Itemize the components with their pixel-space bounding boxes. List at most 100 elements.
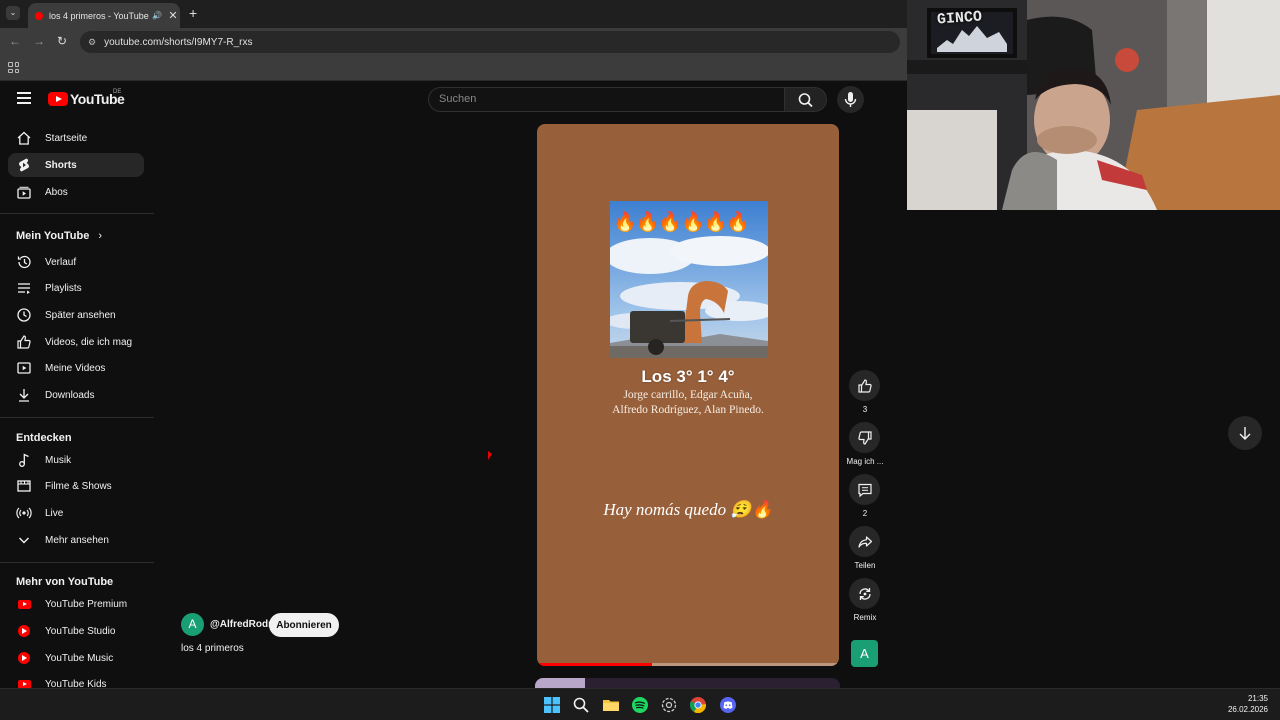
sidebar-item-abos[interactable]: Abos	[8, 180, 144, 204]
channel-handle[interactable]: @AlfredRodr	[210, 619, 272, 630]
sidebar-item-label: Musik	[45, 454, 72, 466]
sidebar-item-label: YouTube Premium	[45, 598, 128, 610]
address-bar-row: ← → ↻ ⚙ youtube.com/shorts/I9MY7-R_rxs	[0, 28, 907, 56]
youtube-favicon-icon	[35, 11, 43, 20]
share-button[interactable]	[849, 526, 880, 557]
windows-start-icon[interactable]	[544, 697, 560, 713]
sidebar-item-youtube-studio[interactable]: YouTube Studio	[8, 619, 144, 643]
sidebar-item-meine-videos[interactable]: Meine Videos	[8, 356, 144, 380]
remix-button[interactable]	[849, 578, 880, 609]
watch-later-icon	[16, 307, 32, 323]
playlists-icon	[16, 280, 32, 296]
sidebar-item-downloads[interactable]: Downloads	[8, 383, 144, 407]
chrome-icon[interactable]	[690, 697, 706, 713]
progress-bar[interactable]	[537, 663, 839, 666]
movies-icon	[16, 478, 32, 494]
search-box[interactable]	[428, 87, 785, 112]
taskbar-search-icon[interactable]	[573, 697, 589, 713]
remix-label: Remix	[853, 613, 877, 622]
dislike-label: Mag ich ...	[846, 457, 884, 466]
mouse-cursor-icon	[488, 451, 492, 460]
url-field[interactable]: ⚙ youtube.com/shorts/I9MY7-R_rxs	[80, 31, 900, 53]
country-code: DE	[113, 89, 122, 95]
sidebar-item-playlists[interactable]: Playlists	[8, 276, 144, 300]
history-icon	[16, 254, 32, 270]
browser-tab[interactable]: los 4 primeros - YouTube 🔊 ✕	[28, 3, 180, 28]
sidebar-item-label: Videos, die ich mag	[45, 336, 133, 348]
sidebar-heading-you[interactable]: Mein YouTube ›	[16, 230, 102, 242]
sidebar-item-spaeter-ansehen[interactable]: Später ansehen	[8, 303, 144, 327]
windows-taskbar	[0, 688, 1280, 720]
discord-icon[interactable]	[720, 697, 736, 713]
search-icon	[798, 93, 813, 108]
file-explorer-icon[interactable]	[603, 697, 619, 713]
clock-time[interactable]: 21:35	[1240, 694, 1268, 703]
chevron-down-icon	[16, 532, 32, 548]
short-title[interactable]: los 4 primeros	[181, 643, 244, 654]
channel-avatar[interactable]: A	[181, 613, 204, 636]
youtube-music-icon	[16, 650, 32, 666]
sidebar-item-label: Live	[45, 507, 64, 519]
spotify-icon[interactable]	[632, 697, 648, 713]
sidebar-item-label: Shorts	[45, 159, 77, 171]
chatgpt-icon[interactable]	[661, 697, 677, 713]
sidebar-divider	[0, 417, 154, 418]
speaker-icon[interactable]: 🔊	[152, 11, 166, 20]
clock-date[interactable]: 26.02.2026	[1222, 705, 1268, 714]
comments-button[interactable]	[849, 474, 880, 505]
sidebar-item-startseite[interactable]: Startseite	[8, 126, 144, 150]
share-icon	[857, 535, 872, 548]
like-button[interactable]	[849, 370, 880, 401]
back-icon[interactable]: ←	[9, 34, 21, 48]
new-tab-button[interactable]: +	[189, 5, 197, 21]
tab-search-button[interactable]: ⌄	[6, 6, 20, 20]
sidebar-item-shorts[interactable]: Shorts	[8, 153, 144, 177]
apps-grid-icon[interactable]	[8, 62, 19, 73]
channel-avatar-small[interactable]: A	[851, 640, 878, 667]
youtube-logo[interactable]: YouTube DE	[48, 89, 125, 107]
remix-icon	[858, 587, 871, 600]
subscriptions-icon	[16, 184, 32, 200]
youtube-premium-icon	[16, 596, 32, 612]
site-info-icon[interactable]: ⚙	[88, 37, 96, 48]
comment-count: 2	[862, 509, 868, 518]
liked-videos-icon	[16, 334, 32, 350]
tab-close-icon[interactable]: ✕	[166, 9, 180, 22]
forward-icon[interactable]: →	[33, 34, 45, 48]
live-icon	[16, 505, 32, 521]
like-count: 3	[862, 405, 868, 414]
short-caption: Hay nomás quedo 😮‍💨🔥	[603, 500, 773, 519]
short-video-player[interactable]: 🔥🔥🔥🔥🔥🔥 Los 3° 1° 4° Jorge carrillo, Edga…	[537, 124, 839, 666]
sidebar-item-liked-videos[interactable]: Videos, die ich mag	[8, 330, 144, 354]
subscribe-button[interactable]: Abonnieren	[269, 613, 339, 637]
search-button[interactable]	[785, 87, 827, 112]
search-input[interactable]	[439, 93, 769, 105]
home-icon	[16, 130, 32, 146]
sidebar-item-mehr-ansehen[interactable]: Mehr ansehen	[8, 528, 144, 552]
webcam-sign-text: GINCO	[936, 8, 983, 29]
sidebar-item-verlauf[interactable]: Verlauf	[8, 250, 144, 274]
sidebar-item-label: Downloads	[45, 389, 95, 401]
webcam-image	[907, 0, 1280, 210]
comment-icon	[857, 483, 872, 497]
next-short-button[interactable]	[1228, 416, 1262, 450]
sidebar-item-musik[interactable]: Musik	[8, 448, 144, 472]
reload-icon[interactable]: ↻	[57, 34, 67, 48]
thumbs-down-icon	[857, 430, 872, 445]
short-video-photo: 🔥🔥🔥🔥🔥🔥	[610, 201, 768, 358]
sidebar-item-label: Mehr ansehen	[45, 534, 109, 546]
share-label: Teilen	[854, 561, 876, 570]
sidebar-divider	[0, 213, 154, 214]
dislike-button[interactable]	[849, 422, 880, 453]
menu-icon[interactable]	[17, 92, 31, 104]
sidebar-item-live[interactable]: Live	[8, 501, 144, 525]
webcam-overlay	[907, 0, 1280, 210]
sidebar-heading-explore: Entdecken	[16, 432, 72, 444]
sidebar-item-youtube-premium[interactable]: YouTube Premium	[8, 592, 144, 616]
shorts-icon	[16, 157, 32, 173]
voice-search-button[interactable]	[837, 86, 864, 113]
sidebar-item-youtube-music[interactable]: YouTube Music	[8, 646, 144, 670]
music-icon	[16, 452, 32, 468]
sidebar-item-label: Verlauf	[45, 256, 77, 268]
sidebar-item-filme-shows[interactable]: Filme & Shows	[8, 474, 144, 498]
